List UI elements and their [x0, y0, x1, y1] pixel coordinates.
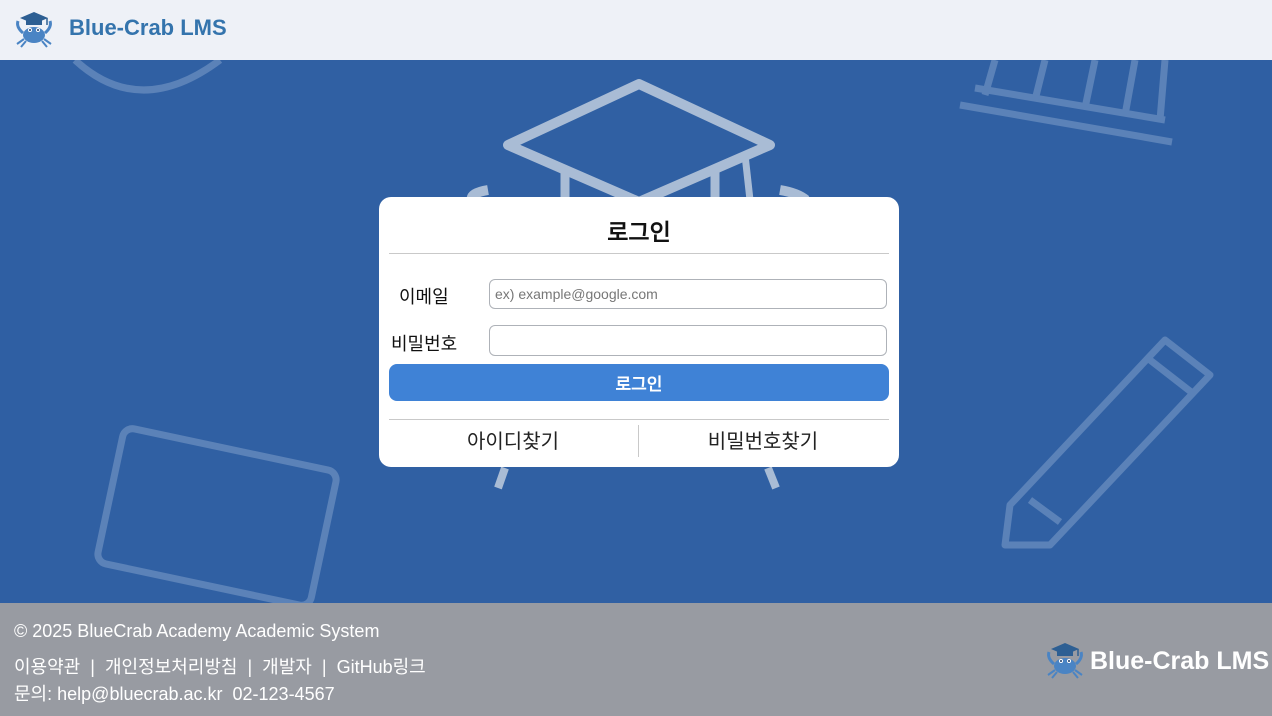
- contact-info: 문의: help@bluecrab.ac.kr 02-123-4567: [14, 680, 335, 706]
- login-title: 로그인: [607, 220, 671, 246]
- terms-link[interactable]: 이용약관: [14, 657, 80, 677]
- password-field[interactable]: [489, 325, 887, 356]
- footer-links: 이용약관 | 개인정보처리방침 | 개발자 | GitHub링크: [14, 653, 426, 679]
- title-divider: [389, 253, 889, 254]
- crab-logo-icon: [1047, 643, 1083, 679]
- github-link[interactable]: GitHub링크: [337, 657, 426, 677]
- email-label: 이메일: [399, 287, 449, 308]
- email-field[interactable]: [489, 279, 887, 309]
- bottom-divider: [389, 419, 889, 420]
- login-button[interactable]: 로그인: [389, 364, 889, 401]
- brand-title[interactable]: Blue-Crab LMS: [69, 15, 227, 41]
- find-password-link[interactable]: 비밀번호찾기: [639, 425, 887, 457]
- contact-email[interactable]: help@bluecrab.ac.kr: [57, 684, 222, 704]
- password-label: 비밀번호: [391, 334, 458, 355]
- privacy-policy-link[interactable]: 개인정보처리방침: [105, 657, 237, 677]
- footer: © 2025 BlueCrab Academy Academic System …: [0, 603, 1272, 716]
- login-card: 로그인 이메일 비밀번호 로그인 아이디찾기 비밀번호찾기: [379, 197, 899, 467]
- contact-label: 문의:: [14, 684, 53, 704]
- crab-logo-icon[interactable]: [14, 11, 54, 49]
- footer-brand: Blue-Crab LMS: [1090, 647, 1270, 675]
- find-id-link[interactable]: 아이디찾기: [389, 425, 637, 457]
- top-header: Blue-Crab LMS: [0, 0, 1272, 60]
- copyright-text: © 2025 BlueCrab Academy Academic System: [14, 621, 380, 641]
- developers-link[interactable]: 개발자: [262, 657, 312, 677]
- contact-phone: 02-123-4567: [232, 684, 335, 704]
